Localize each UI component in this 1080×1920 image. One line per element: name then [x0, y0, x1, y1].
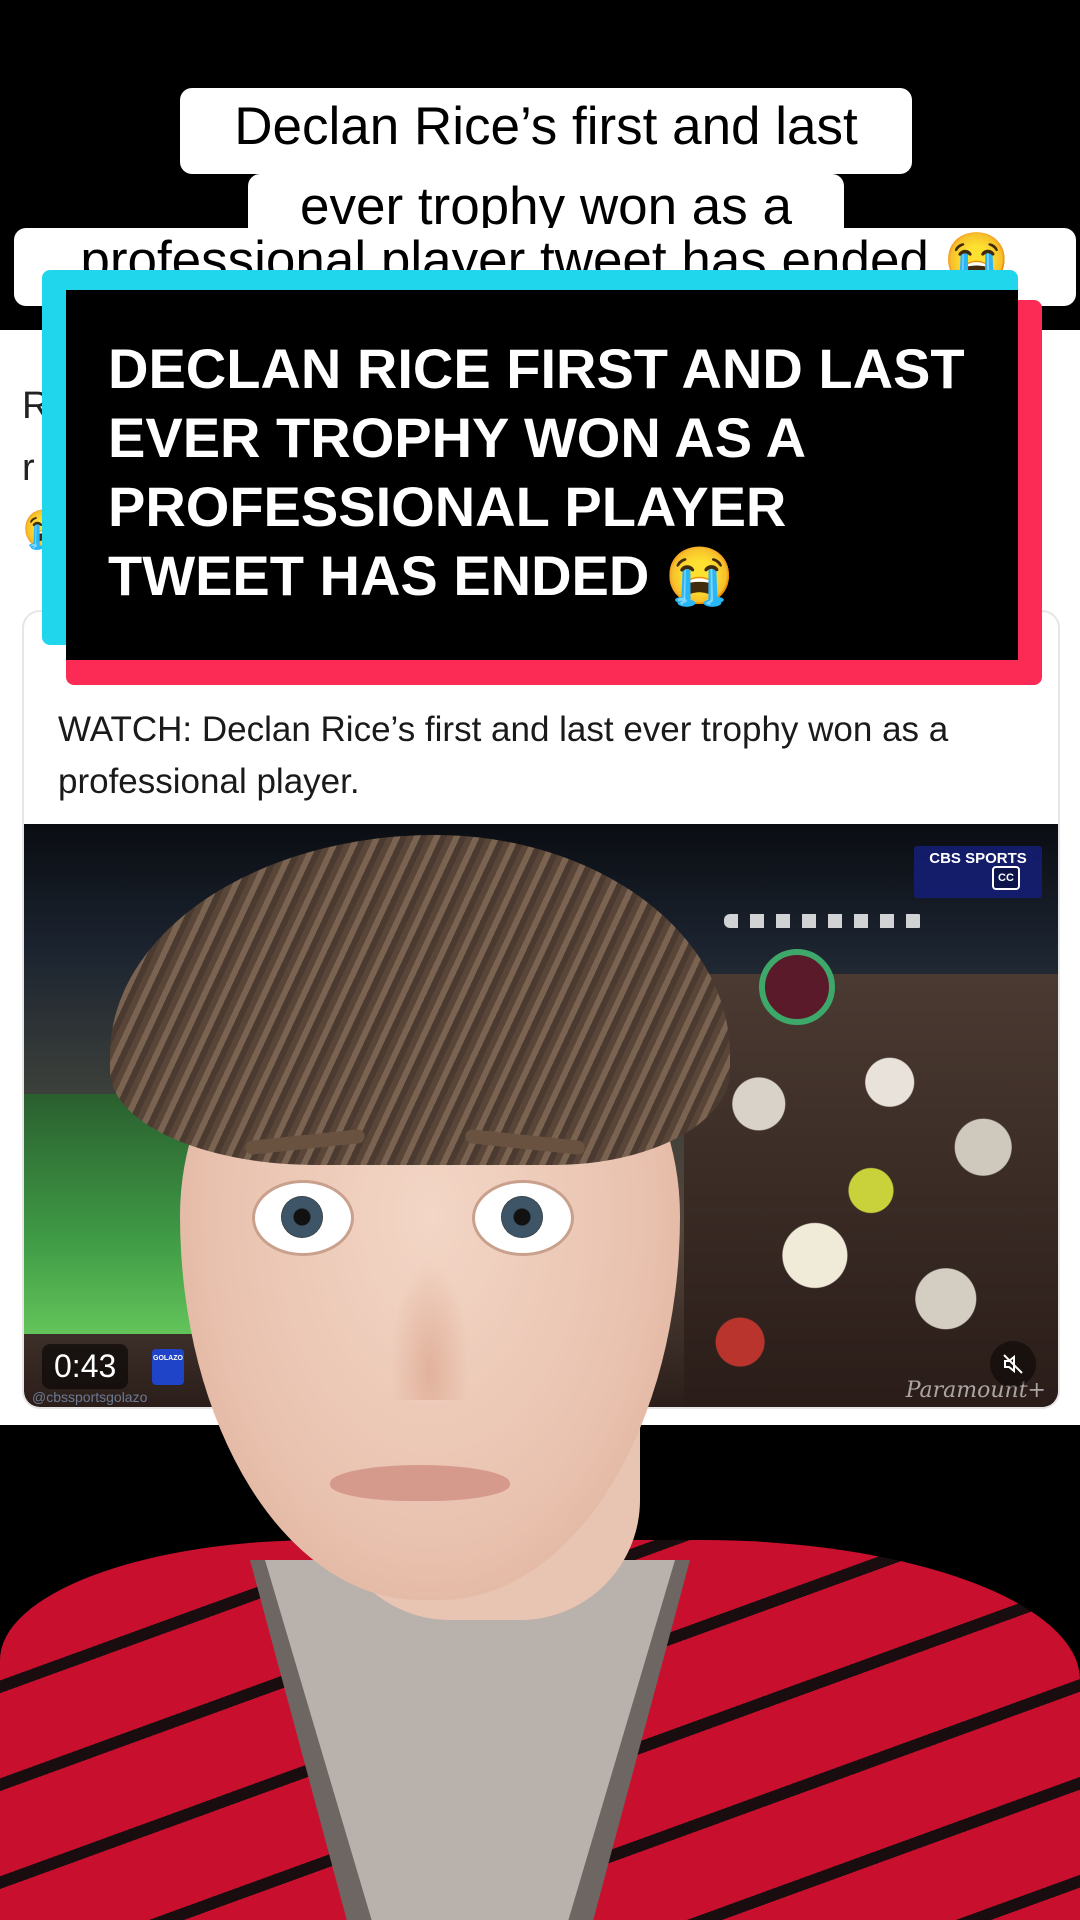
video-handle: @cbssportsgolazo: [32, 1389, 148, 1405]
left-eye: [252, 1180, 354, 1256]
closed-captions-icon[interactable]: CC: [992, 866, 1020, 890]
creator-nose: [390, 1260, 470, 1400]
broadcaster-label: CBS SPORTS: [929, 850, 1027, 867]
speaker-muted-icon[interactable]: [990, 1341, 1036, 1387]
right-eye: [472, 1180, 574, 1256]
quoted-tweet-text: WATCH: Declan Rice’s first and last ever…: [58, 710, 949, 801]
tiktok-video-frame[interactable]: R r 😭 WATCH: Declan Rice’s first and las…: [0, 0, 1080, 1920]
broadcaster-logo: CBS SPORTS: [914, 846, 1042, 898]
celebrating-players: [684, 974, 1058, 1407]
stadium-lights: [724, 914, 924, 928]
left-pupil: [281, 1196, 323, 1238]
video-duration: 0:43: [42, 1344, 129, 1389]
headline-text: DECLAN RICE FIRST AND LAST EVER TROPHY W…: [108, 337, 965, 607]
headline-banner: DECLAN RICE FIRST AND LAST EVER TROPHY W…: [66, 290, 1018, 660]
caption-line-1: Declan Rice’s first and last: [180, 88, 912, 174]
creator-mouth: [330, 1465, 510, 1501]
club-crest: [759, 949, 835, 1025]
golazo-badge-icon: GOLAZO: [152, 1349, 184, 1385]
right-pupil: [501, 1196, 543, 1238]
